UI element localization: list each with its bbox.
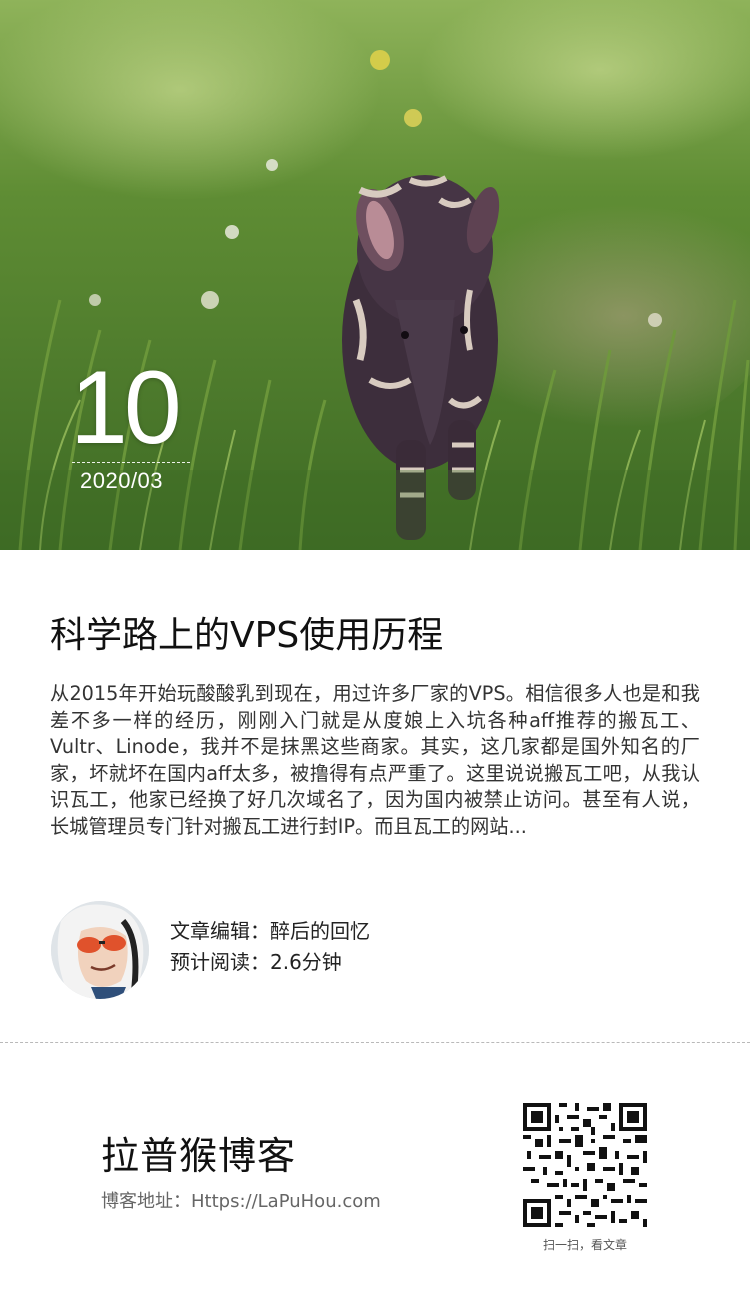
section-divider — [0, 1042, 750, 1043]
avatar — [51, 901, 149, 999]
qr-code[interactable] — [523, 1103, 647, 1227]
reading-time: 预计阅读：2.6分钟 — [170, 950, 342, 974]
blog-brand: 拉普猴博客 — [101, 1134, 297, 1178]
avatar-icon — [51, 901, 149, 999]
article-excerpt: 从2015年开始玩酸酸乳到现在，用过许多厂家的VPS。相信很多人也是和我差不多一… — [50, 682, 700, 838]
blog-url[interactable]: 博客地址：Https://LaPuHou.com — [101, 1189, 381, 1215]
date-divider — [72, 462, 190, 463]
qr-code-icon — [523, 1103, 647, 1227]
article-title[interactable]: 科学路上的VPS使用历程 — [50, 610, 710, 662]
qr-caption: 扫一扫，看文章 — [542, 1238, 627, 1252]
date-day: 10 — [70, 350, 182, 466]
hero-image: 10 2020/03 — [0, 0, 750, 550]
author-editor: 文章编辑：醉后的回忆 — [170, 919, 370, 943]
date-year-month: 2020/03 — [80, 468, 164, 493]
